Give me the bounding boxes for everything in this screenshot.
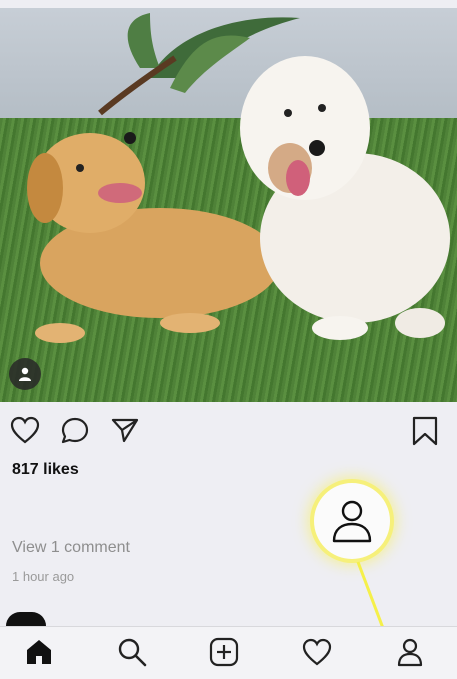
home-icon	[27, 640, 51, 664]
dogs-illustration	[27, 13, 450, 343]
search-icon	[118, 638, 147, 667]
user-tag-icon[interactable]	[9, 358, 41, 390]
nav-profile[interactable]	[395, 637, 425, 667]
heart-icon	[302, 638, 332, 666]
view-comments-link[interactable]: View 1 comment	[12, 539, 130, 557]
heart-icon[interactable]	[10, 416, 40, 444]
bookmark-icon[interactable]	[411, 416, 439, 446]
send-icon[interactable]	[110, 416, 140, 444]
likes-count[interactable]: 817 likes	[12, 461, 79, 479]
nav-search[interactable]	[117, 637, 147, 667]
post-actions	[0, 414, 457, 448]
profile-icon	[397, 638, 423, 667]
profile-icon	[332, 500, 372, 543]
avatar	[6, 612, 46, 626]
profile-highlight-callout	[314, 483, 390, 559]
nav-activity[interactable]	[302, 637, 332, 667]
nav-home[interactable]	[24, 637, 54, 667]
post-timestamp: 1 hour ago	[12, 569, 75, 584]
bottom-nav	[0, 626, 457, 679]
comment-icon[interactable]	[60, 416, 90, 446]
post-photo[interactable]	[0, 8, 457, 402]
nav-new-post[interactable]	[209, 637, 239, 667]
plus-square-icon	[209, 637, 239, 667]
